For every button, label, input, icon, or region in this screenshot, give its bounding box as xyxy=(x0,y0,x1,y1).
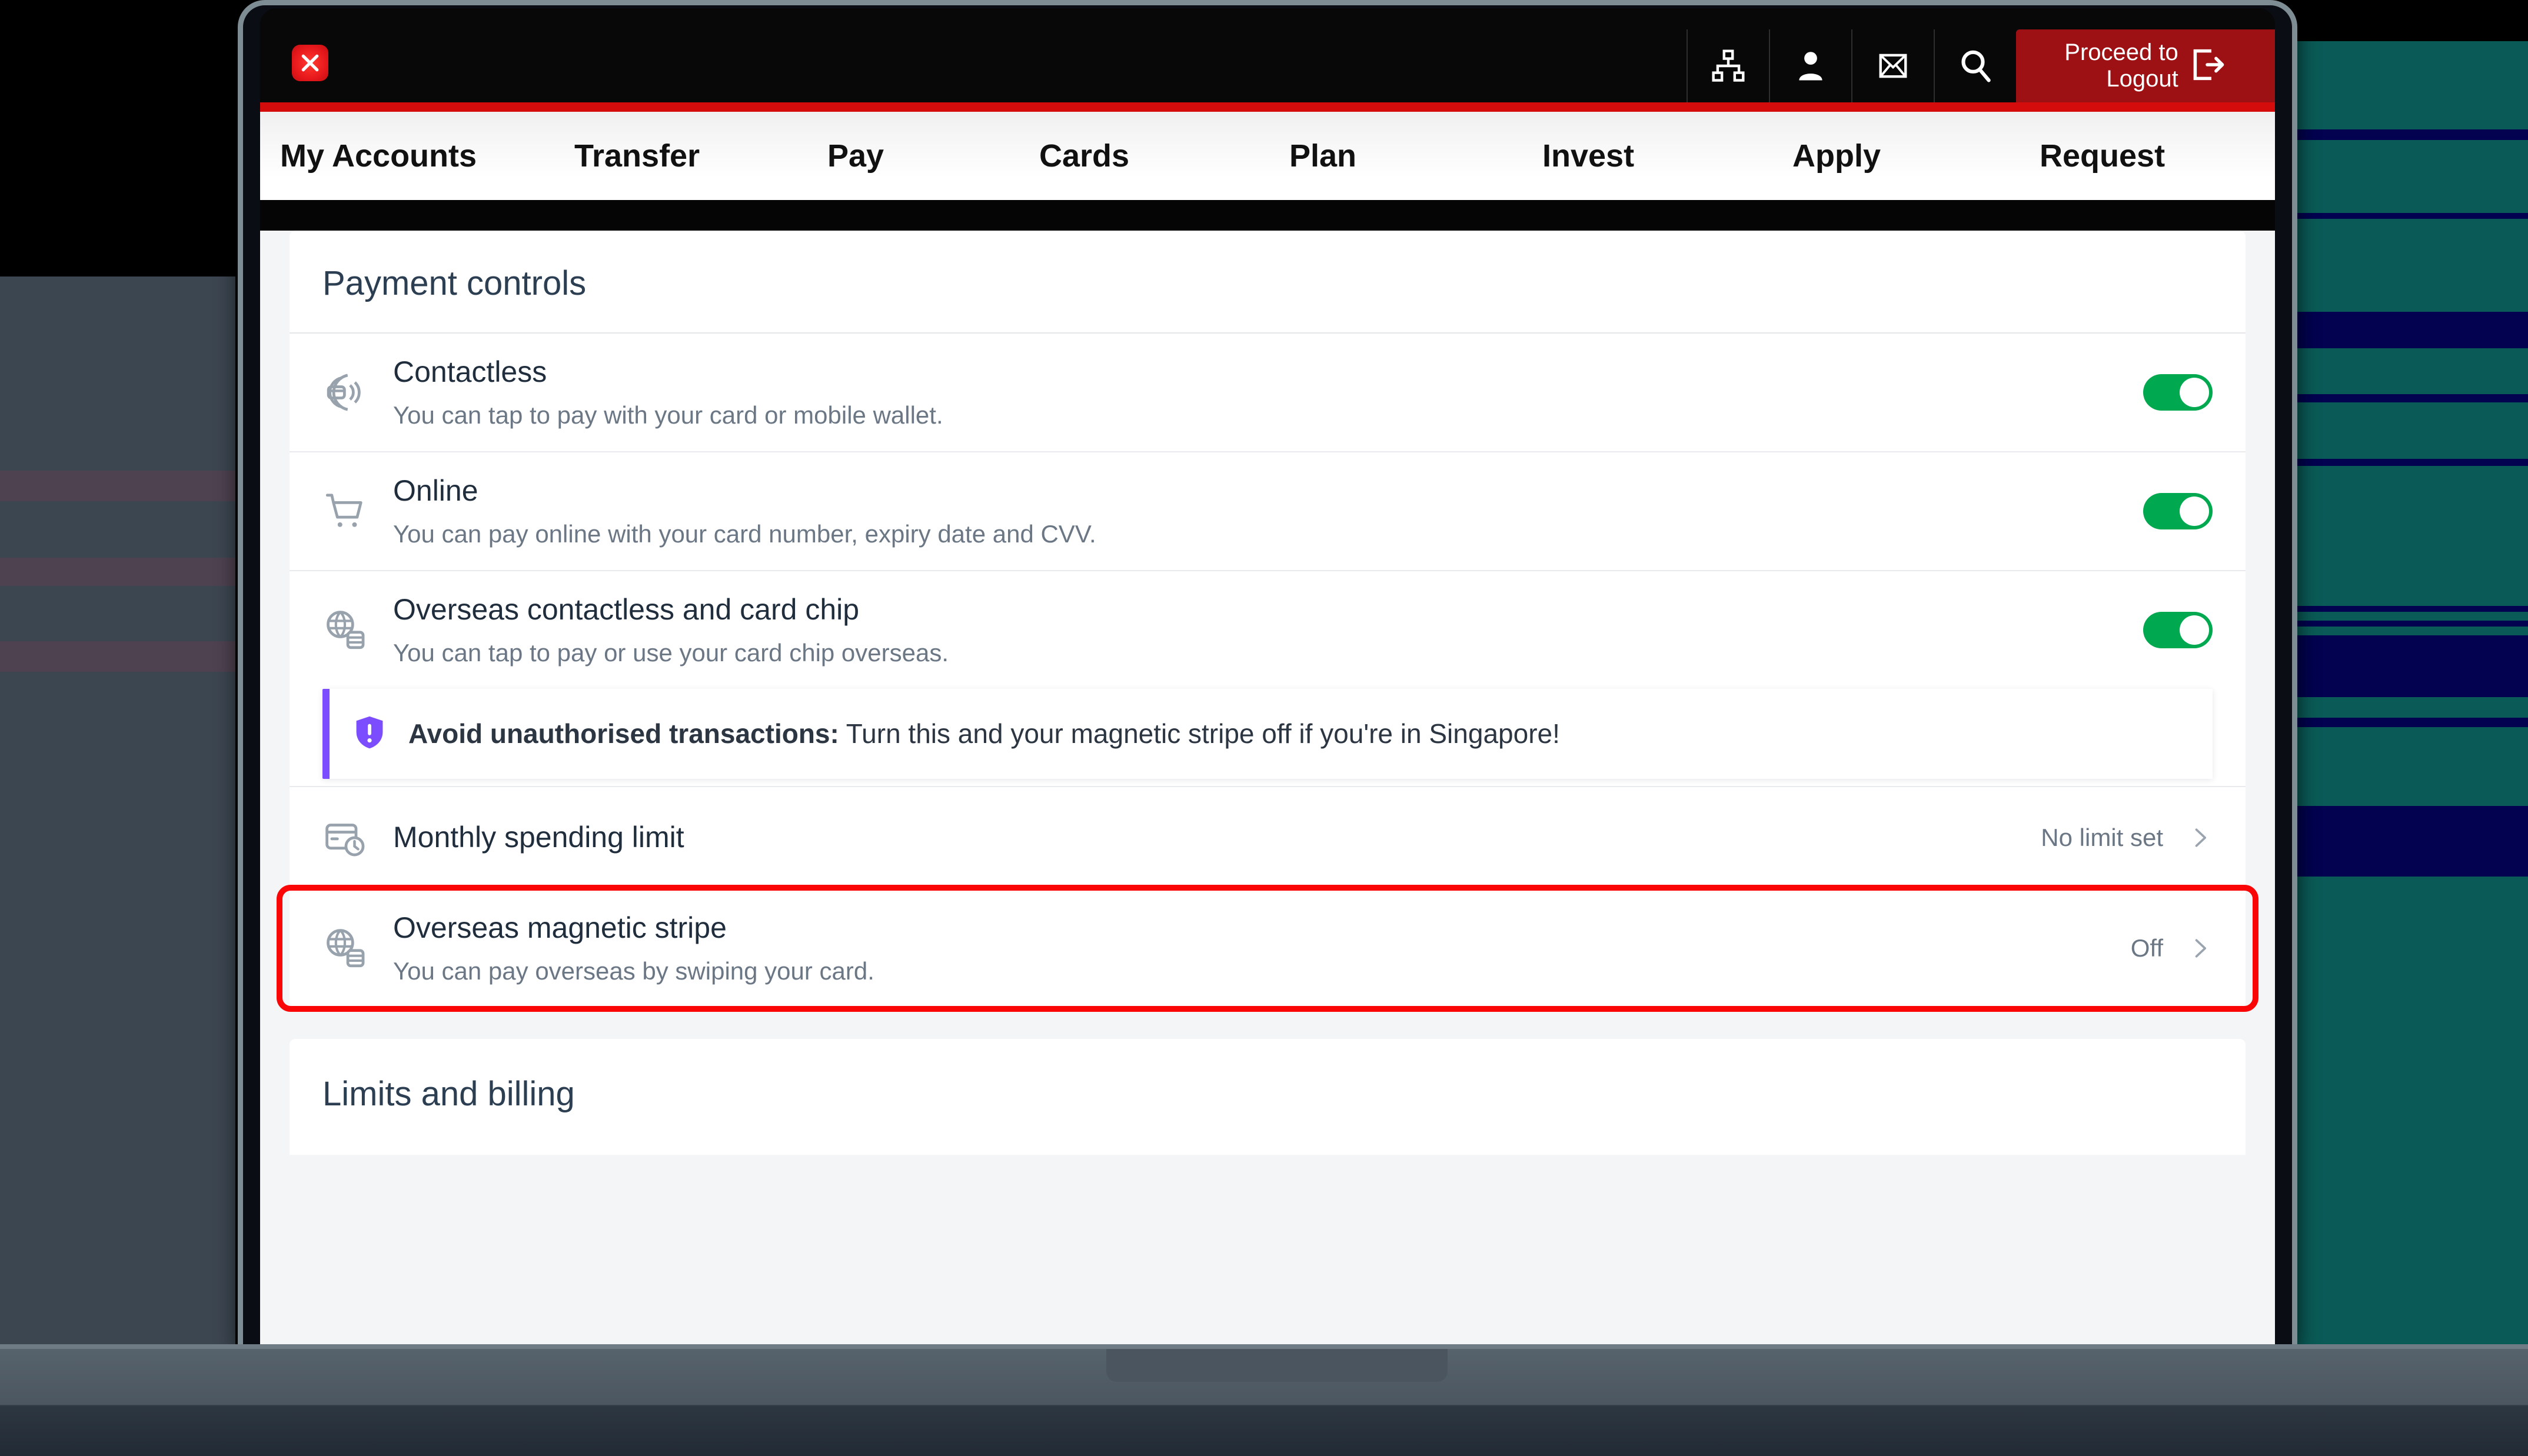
toggle-online[interactable] xyxy=(2143,493,2213,529)
envelope-icon[interactable] xyxy=(1851,29,1934,102)
shopping-cart-icon xyxy=(322,489,393,534)
row-control: Off xyxy=(2131,934,2213,962)
warning-text: Avoid unauthorised transactions: Turn th… xyxy=(408,717,1560,751)
card-clock-icon xyxy=(322,815,393,860)
warning-banner: Avoid unauthorised transactions: Turn th… xyxy=(322,689,2213,779)
toggle-knob xyxy=(2180,615,2209,645)
warning-bold-text: Avoid unauthorised transactions: xyxy=(408,718,839,749)
row-value: No limit set xyxy=(2041,824,2163,852)
warning-banner-wrap: Avoid unauthorised transactions: Turn th… xyxy=(290,689,2246,779)
app-top-bar: Proceed to Logout xyxy=(260,8,2275,102)
limits-and-billing-card[interactable]: Limits and billing xyxy=(290,1039,2246,1155)
row-title: Overseas magnetic stripe xyxy=(393,909,2131,947)
row-description: You can tap to pay with your card or mob… xyxy=(393,400,2143,431)
toggle-contactless[interactable] xyxy=(2143,374,2213,411)
background-stripe xyxy=(2295,129,2528,140)
row-description: You can tap to pay or use your card chip… xyxy=(393,638,2143,669)
top-bar-actions: Proceed to Logout xyxy=(1687,29,2275,102)
row-overseas-magnetic-stripe[interactable]: Overseas magnetic stripe You can pay ove… xyxy=(290,889,2246,1007)
background-stripe xyxy=(2295,718,2528,727)
shield-exclamation-icon xyxy=(351,714,388,754)
nav-item-pay[interactable]: Pay xyxy=(827,138,1039,174)
row-monthly-spending-limit[interactable]: Monthly spending limit No limit set xyxy=(290,786,2246,889)
row-control xyxy=(2143,493,2213,529)
background-left-panel xyxy=(0,276,235,1347)
row-description: You can pay overseas by swiping your car… xyxy=(393,956,2131,987)
row-control xyxy=(2143,374,2213,411)
background-stripe xyxy=(2295,394,2528,402)
background-stripe xyxy=(2295,621,2528,627)
close-icon[interactable] xyxy=(292,45,328,81)
row-text: Contactless You can tap to pay with your… xyxy=(393,354,2143,431)
payment-controls-card: Payment controls Contactless You can t xyxy=(290,231,2246,1008)
laptop-base-notch xyxy=(1106,1349,1448,1382)
background-stripe xyxy=(2295,606,2528,612)
nav-item-my-accounts[interactable]: My Accounts xyxy=(280,138,574,174)
row-text: Overseas contactless and card chip You c… xyxy=(393,591,2143,669)
toggle-overseas-contactless[interactable] xyxy=(2143,612,2213,648)
row-overseas-contactless[interactable]: Overseas contactless and card chip You c… xyxy=(290,571,2246,689)
search-icon[interactable] xyxy=(1934,29,2016,102)
row-text: Online You can pay online with your card… xyxy=(393,472,2143,550)
nav-item-cards[interactable]: Cards xyxy=(1039,138,1289,174)
background-stripe xyxy=(0,558,235,586)
row-description: You can pay online with your card number… xyxy=(393,519,2143,550)
background-stripe xyxy=(2295,459,2528,466)
globe-card-icon xyxy=(322,926,393,971)
background-stripe xyxy=(2295,312,2528,348)
background-stripe xyxy=(0,471,235,501)
row-overseas-magnetic-stripe-wrap: Overseas magnetic stripe You can pay ove… xyxy=(290,889,2246,1007)
person-icon[interactable] xyxy=(1769,29,1851,102)
row-control xyxy=(2143,612,2213,648)
row-title: Overseas contactless and card chip xyxy=(393,591,2143,628)
browser-window: Proceed to Logout My Accounts Transfer P… xyxy=(260,8,2275,1350)
brand-red-divider xyxy=(260,102,2275,112)
chevron-right-icon[interactable] xyxy=(2187,825,2213,851)
limits-and-billing-title: Limits and billing xyxy=(290,1039,2246,1155)
logout-arrow-icon xyxy=(2188,45,2227,87)
sitemap-icon[interactable] xyxy=(1687,29,1769,102)
row-text: Overseas magnetic stripe You can pay ove… xyxy=(393,909,2131,987)
background-stripe xyxy=(2295,213,2528,219)
row-title: Monthly spending limit xyxy=(393,819,2041,856)
nav-item-invest[interactable]: Invest xyxy=(1542,138,1792,174)
globe-card-icon xyxy=(322,608,393,652)
nav-item-plan[interactable]: Plan xyxy=(1289,138,1542,174)
toggle-knob xyxy=(2180,497,2209,526)
main-navigation: My Accounts Transfer Pay Cards Plan Inve… xyxy=(260,112,2275,200)
row-title: Contactless xyxy=(393,354,2143,391)
warning-rest-text: Turn this and your magnetic stripe off i… xyxy=(839,718,1560,749)
background-stripe xyxy=(2295,806,2528,877)
proceed-to-logout-button[interactable]: Proceed to Logout xyxy=(2016,29,2275,102)
background-stripe xyxy=(0,641,235,672)
background-stripe xyxy=(2295,635,2528,697)
row-online[interactable]: Online You can pay online with your card… xyxy=(290,452,2246,571)
chevron-right-icon[interactable] xyxy=(2187,935,2213,961)
page-content: Payment controls Contactless You can t xyxy=(260,231,2275,1350)
row-value: Off xyxy=(2131,934,2163,962)
page-title: Payment controls xyxy=(290,231,2246,334)
background-right-panel xyxy=(2295,41,2528,1347)
logout-label: Proceed to Logout xyxy=(2064,39,2178,92)
contactless-icon xyxy=(322,370,393,415)
nav-item-apply[interactable]: Apply xyxy=(1792,138,2040,174)
toggle-knob xyxy=(2180,378,2209,407)
row-contactless[interactable]: Contactless You can tap to pay with your… xyxy=(290,334,2246,452)
row-control: No limit set xyxy=(2041,824,2213,852)
row-text: Monthly spending limit xyxy=(393,819,2041,856)
nav-item-transfer[interactable]: Transfer xyxy=(574,138,827,174)
row-title: Online xyxy=(393,472,2143,509)
nav-item-request[interactable]: Request xyxy=(2040,138,2165,174)
